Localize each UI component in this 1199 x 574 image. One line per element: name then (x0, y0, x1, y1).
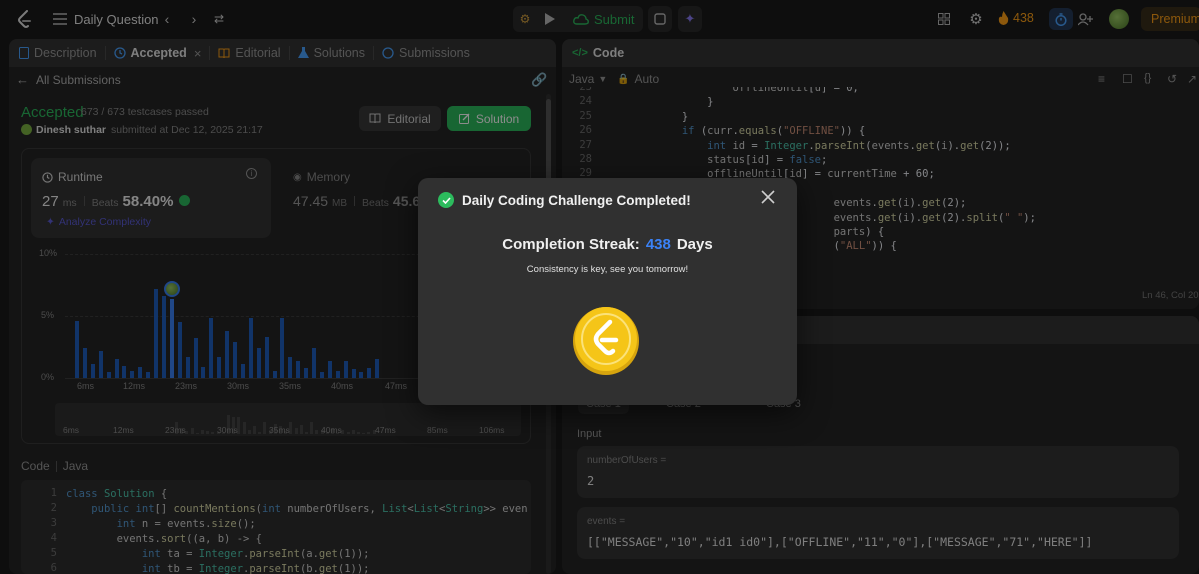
streak-line: Completion Streak: 438 Days (418, 236, 797, 253)
close-icon[interactable] (761, 190, 779, 208)
streak-value: 438 (645, 236, 671, 253)
leetcode-coin-icon (572, 304, 640, 376)
modal-message: Consistency is key, see you tomorrow! (526, 264, 689, 275)
check-circle-icon (438, 192, 454, 208)
streak-unit: Days (676, 236, 713, 253)
modal-title: Daily Coding Challenge Completed! (462, 193, 691, 208)
daily-challenge-modal: Daily Coding Challenge Completed! Comple… (418, 178, 797, 405)
streak-label: Completion Streak: (502, 236, 640, 253)
